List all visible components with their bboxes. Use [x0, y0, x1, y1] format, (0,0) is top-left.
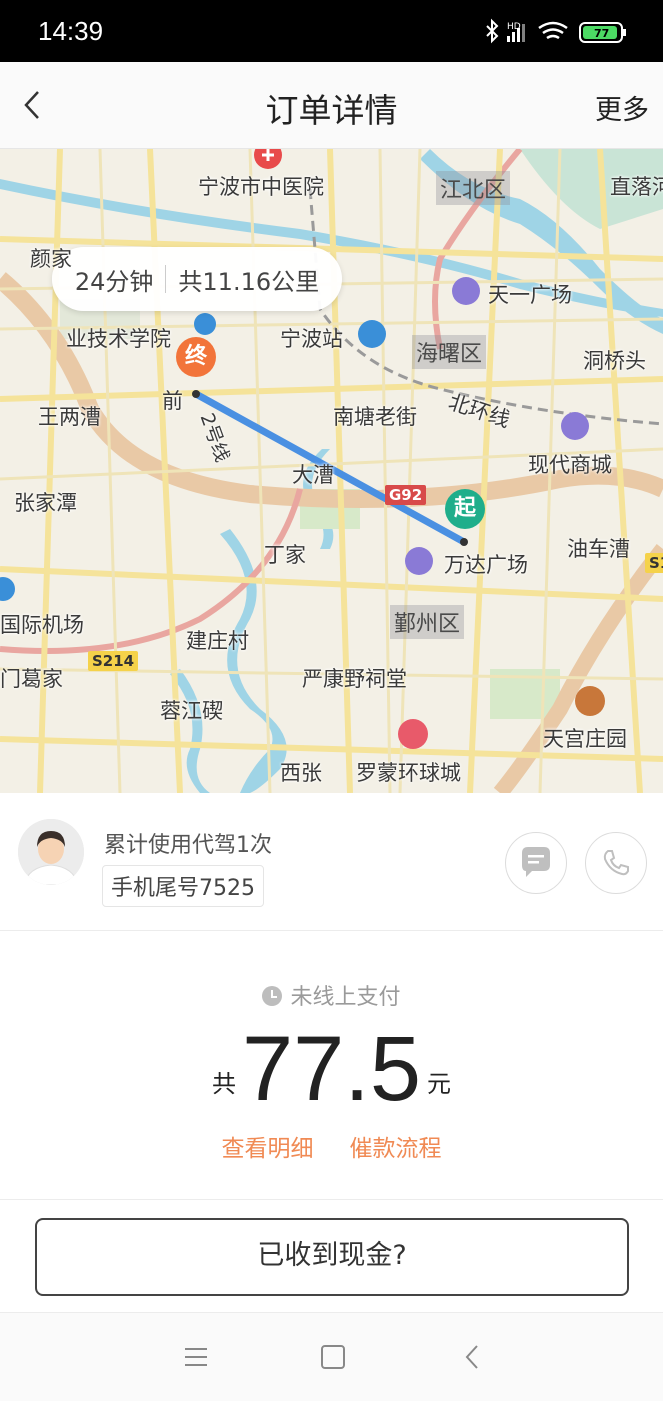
cash-received-button[interactable]: 已收到现金? — [35, 1218, 629, 1296]
route-duration: 24分钟 — [74, 267, 154, 296]
map-label: 宁波站 — [280, 327, 343, 351]
map-label: 洞桥头 — [583, 349, 646, 373]
map-label: 大漕 — [292, 463, 334, 487]
highway-badge: G92 — [385, 485, 427, 505]
menu-button[interactable] — [181, 1343, 211, 1371]
chat-icon — [522, 847, 550, 877]
school-icon — [194, 313, 216, 335]
payment-links: 查看明细 催款流程 — [0, 1129, 663, 1163]
map-label: 王两漕 — [38, 405, 101, 429]
map-label: 直落河 — [610, 175, 663, 199]
bluetooth-icon — [486, 18, 499, 44]
payment-section: 未线上支付 共77.5 元 查看明细 催款流程 — [0, 931, 663, 1200]
wifi-icon — [538, 21, 568, 40]
highway-badge: S214 — [88, 651, 139, 671]
avatar — [18, 819, 84, 885]
map-label: 蓉江碶 — [160, 699, 223, 723]
collection-process-link[interactable]: 催款流程 — [350, 1136, 442, 1162]
home-button[interactable] — [318, 1343, 348, 1371]
status-bar: 14:39 HD 77 — [0, 0, 663, 62]
district-label: 鄞州区 — [390, 605, 465, 639]
payment-status-text: 未线上支付 — [290, 985, 401, 1010]
clock-icon — [262, 986, 283, 1006]
map-label: 业技术学院 — [66, 327, 171, 351]
map-label: 万达广场 — [444, 553, 528, 577]
pill-divider — [165, 265, 167, 293]
phone-icon — [603, 850, 629, 876]
map-label: 罗蒙环球城 — [356, 761, 461, 785]
district-label: 海曙区 — [412, 335, 487, 369]
map-label: 现代商城 — [528, 453, 612, 477]
status-time: 14:39 — [38, 16, 104, 46]
route-summary: 24分钟 共11.16公里 — [52, 247, 342, 311]
map-label: 国际机场 — [0, 613, 84, 637]
amount-value: 77.5 — [241, 1018, 422, 1120]
system-back-button[interactable] — [458, 1343, 488, 1371]
status-icons: HD 77 — [483, 18, 633, 46]
map-label: 宁波市中医院 — [198, 175, 324, 199]
chat-button[interactable] — [505, 832, 567, 894]
view-detail-link[interactable]: 查看明细 — [222, 1136, 314, 1162]
home-icon — [321, 1345, 345, 1369]
mall-icon — [452, 277, 480, 305]
battery-icon: 77 — [579, 22, 626, 43]
map-label: 门葛家 — [0, 667, 63, 691]
map-label: 天一广场 — [488, 283, 572, 307]
svg-text:77: 77 — [594, 27, 609, 40]
map-label: 南塘老街 — [333, 405, 417, 429]
amount-prefix: 共 — [211, 1070, 236, 1098]
map-label: 油车漕 — [567, 537, 630, 561]
page-title: 订单详情 — [265, 91, 398, 130]
start-marker[interactable]: 起 — [445, 489, 485, 529]
map-label: 天宫庄园 — [543, 727, 627, 751]
route-distance: 共11.16公里 — [178, 267, 320, 296]
system-nav-bar — [0, 1312, 663, 1401]
map-label: 丁家 — [264, 543, 306, 567]
nav-bar: 订单详情 更多 — [0, 62, 663, 149]
map-label: 张家潭 — [14, 491, 77, 515]
back-triangle-icon — [465, 1345, 478, 1369]
end-marker[interactable]: 终 — [176, 337, 216, 377]
highway-badge: S1 — [645, 553, 663, 573]
ferris-wheel-icon — [398, 719, 428, 749]
mall-icon — [561, 412, 589, 440]
district-label: 江北区 — [436, 171, 511, 205]
user-avatar-icon — [18, 819, 84, 885]
customer-info: 累计使用代驾1次 手机尾号7525 — [0, 793, 663, 931]
map-label: 严康野祠堂 — [302, 667, 407, 691]
map-label: 建庄村 — [186, 629, 249, 653]
map-label: 西张 — [280, 761, 322, 785]
amount-row: 共77.5 元 — [0, 1019, 663, 1119]
route-map[interactable]: 24分钟 共11.16公里 终 起 宁波市中医院 江北区 直落河 颜家 天一广场… — [0, 149, 663, 793]
map-label: 颜家 — [30, 247, 72, 271]
payment-status: 未线上支付 — [0, 979, 663, 1011]
amount-unit: 元 — [427, 1070, 452, 1098]
more-button[interactable]: 更多 — [595, 88, 649, 127]
call-button[interactable] — [585, 832, 647, 894]
train-station-icon — [358, 320, 386, 348]
usage-count: 累计使用代驾1次 — [104, 833, 272, 858]
map-label: 前 — [162, 389, 183, 413]
phone-tail-badge: 手机尾号7525 — [102, 865, 264, 907]
menu-icon — [185, 1348, 207, 1366]
landmark-icon — [575, 686, 605, 716]
mall-icon — [405, 547, 433, 575]
